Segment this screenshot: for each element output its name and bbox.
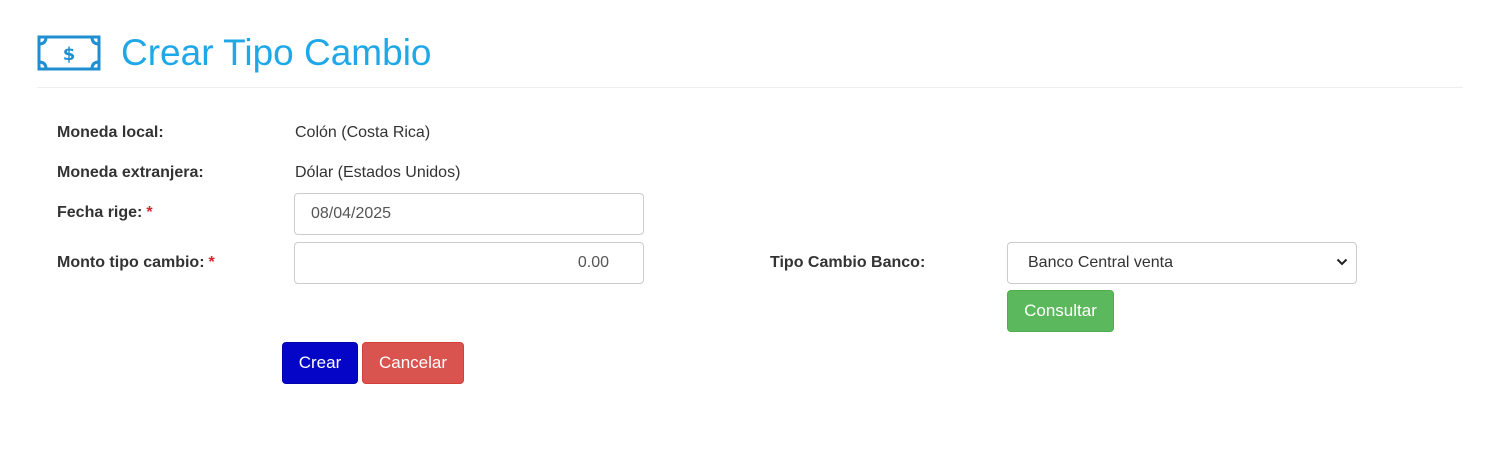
- monto-tipo-cambio-input[interactable]: 0.00: [294, 242, 644, 284]
- fecha-rige-label-text: Fecha rige:: [57, 204, 143, 221]
- moneda-extranjera-value: Dólar (Estados Unidos): [295, 164, 461, 181]
- fecha-rige-input[interactable]: 08/04/2025: [294, 193, 644, 235]
- consultar-button-label: Consultar: [1024, 301, 1097, 320]
- tipo-cambio-banco-selected: Banco Central venta: [1028, 254, 1173, 271]
- moneda-extranjera-label-text: Moneda extranjera:: [57, 164, 204, 181]
- chevron-down-icon: [1336, 254, 1348, 272]
- fecha-rige-value: 08/04/2025: [311, 205, 392, 222]
- moneda-local-label: Moneda local:: [57, 124, 164, 142]
- svg-text:$: $: [63, 44, 76, 65]
- moneda-local-label-text: Moneda local:: [57, 124, 164, 141]
- crear-button-label: Crear: [298, 353, 342, 372]
- tipo-cambio-banco-label-text: Tipo Cambio Banco:: [770, 254, 926, 271]
- monto-tipo-cambio-value: 0.00: [577, 254, 609, 271]
- tipo-cambio-banco-select[interactable]: Banco Central venta: [1007, 242, 1357, 284]
- monto-tipo-cambio-label: Monto tipo cambio: *: [57, 254, 215, 272]
- moneda-extranjera-label: Moneda extranjera:: [57, 164, 204, 182]
- fecha-rige-label: Fecha rige: *: [57, 204, 153, 222]
- cancelar-button[interactable]: Cancelar: [362, 342, 464, 384]
- consultar-button[interactable]: Consultar: [1007, 290, 1114, 332]
- page: $ Crear Tipo Cambio Moneda local: Colón …: [0, 0, 1487, 475]
- page-title: Crear Tipo Cambio: [121, 32, 432, 73]
- header-divider: [37, 87, 1463, 88]
- cancelar-button-label: Cancelar: [378, 353, 448, 372]
- page-header: $ Crear Tipo Cambio: [37, 28, 432, 78]
- money-bill-icon: $: [37, 33, 101, 73]
- required-mark: *: [208, 254, 215, 271]
- moneda-local-value: Colón (Costa Rica): [295, 124, 431, 141]
- tipo-cambio-banco-label: Tipo Cambio Banco:: [770, 254, 925, 272]
- crear-button[interactable]: Crear: [282, 342, 358, 384]
- required-mark: *: [146, 204, 153, 221]
- monto-tipo-cambio-label-text: Monto tipo cambio:: [57, 254, 205, 271]
